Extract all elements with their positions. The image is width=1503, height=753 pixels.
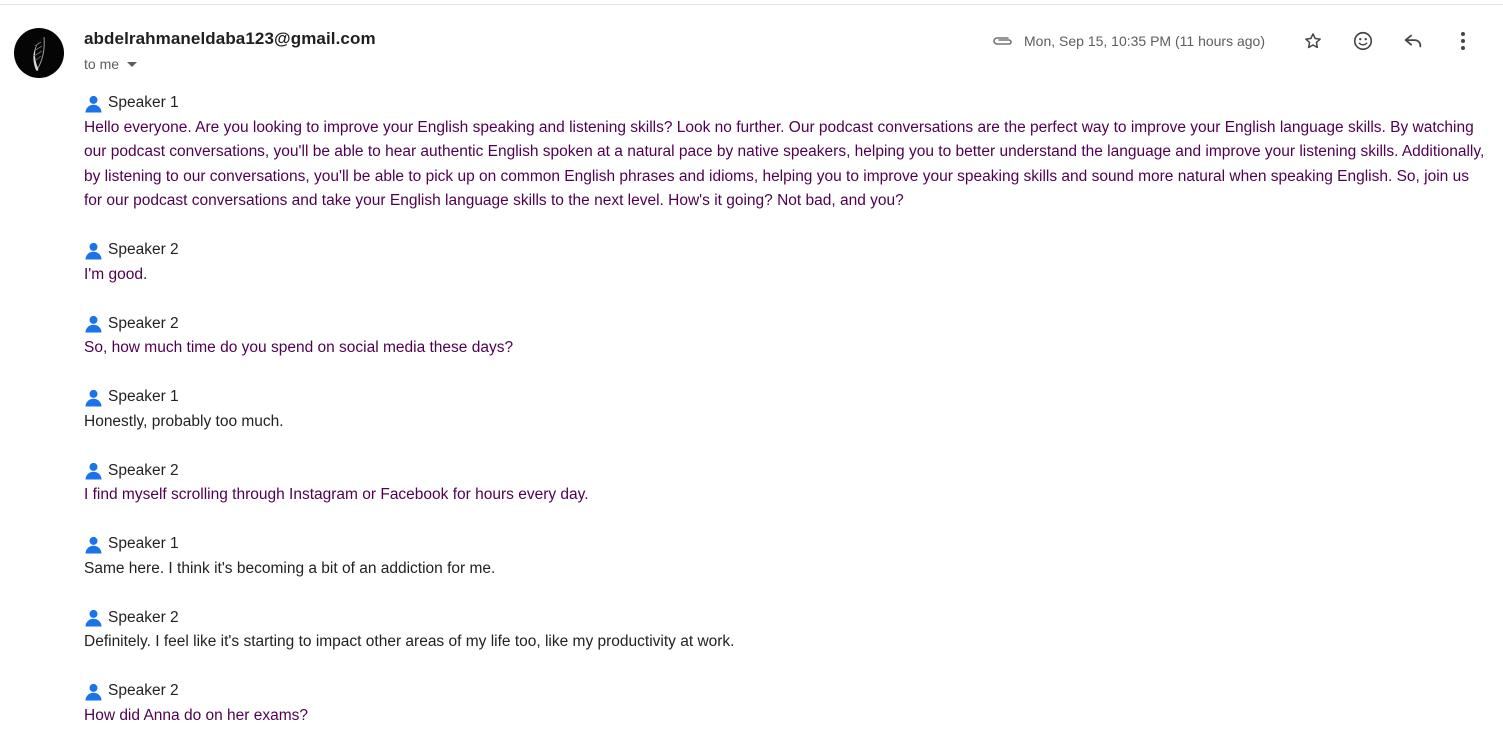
recipient-details-toggle[interactable]: to me [84, 56, 138, 72]
person-icon [84, 241, 103, 260]
top-divider [0, 4, 1503, 5]
transcript-entry: Speaker 2 I'm good. [84, 238, 1489, 287]
transcript-entry: Speaker 2 So, how much time do you spend … [84, 312, 1489, 361]
speaker-line: Speaker 1 [84, 385, 1489, 410]
message-text: I find myself scrolling through Instagra… [84, 486, 589, 503]
speaker-line: Speaker 2 [84, 606, 1489, 631]
speaker-line: Speaker 2 [84, 459, 1489, 484]
speaker-name: Speaker 2 [108, 314, 179, 332]
reply-icon [1404, 34, 1422, 48]
speaker-line: Speaker 2 [84, 312, 1489, 337]
emoji-reaction-icon [1353, 31, 1373, 51]
add-reaction-button[interactable] [1343, 28, 1383, 54]
more-vert-icon [1461, 32, 1465, 50]
message-text: How did Anna do on her exams? [84, 706, 309, 724]
sender-email[interactable]: abdelrahmaneldaba123@gmail.com [84, 29, 376, 49]
speaker-name: Speaker 2 [108, 461, 179, 479]
person-icon [84, 94, 103, 113]
transcript-entry: Speaker 2 How did Anna do on her exams? [84, 679, 1489, 728]
speaker-name: Speaker 2 [108, 241, 179, 258]
transcript-entry: Speaker 1 Honestly, probably too much. [84, 385, 1489, 434]
speaker-line: Speaker 1 [84, 532, 1489, 557]
speaker-name: Speaker 1 [108, 94, 179, 111]
transcript-entry: Speaker 1 Hello everyone. Are you looking… [84, 91, 1489, 214]
star-icon [1305, 33, 1321, 49]
sender-avatar[interactable] [14, 28, 64, 78]
person-icon [84, 314, 103, 333]
attachment-icon [992, 35, 1014, 47]
speaker-name: Speaker 1 [108, 535, 179, 552]
message-date: Mon, Sep 15, 10:35 PM (11 hours ago) [1024, 33, 1265, 49]
speaker-line: Speaker 2 [84, 679, 1489, 704]
person-icon [84, 388, 103, 407]
person-icon [84, 535, 103, 554]
person-icon [84, 608, 103, 627]
message-text: Definitely. I feel like it's starting to… [84, 633, 735, 650]
message-text: I'm good. [84, 265, 148, 283]
message-text: So, how much time do you spend on social… [84, 339, 514, 356]
transcript-entry: Speaker 2 I find myself scrolling through… [84, 459, 1489, 508]
transcript-entry: Speaker 1 Same here. I think it's becomin… [84, 532, 1489, 581]
reply-button[interactable] [1393, 28, 1433, 54]
speaker-name: Speaker 1 [108, 388, 179, 405]
message-text: Same here. I think it's becoming a bit o… [84, 559, 496, 577]
speaker-name: Speaker 2 [108, 682, 179, 699]
paperclip-icon [993, 37, 1012, 45]
transcript-entry: Speaker 2 Definitely. I feel like it's st… [84, 606, 1489, 655]
chevron-down-icon [127, 61, 138, 67]
speaker-name: Speaker 2 [108, 608, 179, 626]
message-text: Honestly, probably too much. [84, 412, 284, 430]
message-text: Hello everyone. Are you looking to impro… [84, 118, 1485, 210]
speaker-line: Speaker 2 [84, 238, 1489, 263]
more-options-button[interactable] [1443, 28, 1483, 54]
star-button[interactable] [1293, 28, 1333, 54]
person-icon [84, 682, 103, 701]
person-icon [84, 461, 103, 480]
feather-icon [33, 36, 45, 71]
speaker-line: Speaker 1 [84, 91, 1489, 116]
message-meta: Mon, Sep 15, 10:35 PM (11 hours ago) [992, 28, 1483, 54]
recipient-label: to me [84, 56, 120, 72]
message-body: Speaker 1 Hello everyone. Are you looking… [84, 91, 1489, 753]
